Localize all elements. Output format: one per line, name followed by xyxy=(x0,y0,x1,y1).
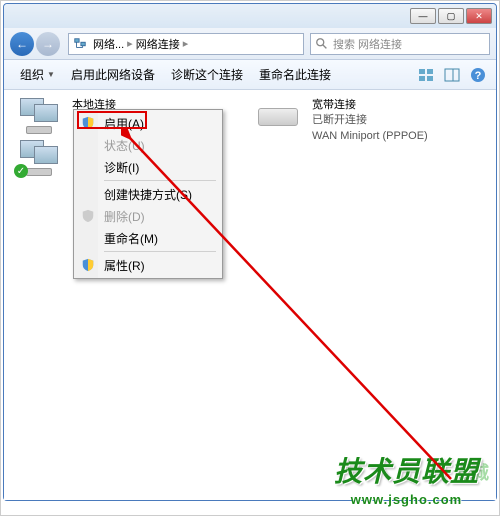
breadcrumb-seg-2[interactable]: 网络连接 xyxy=(133,36,183,52)
preview-pane-button[interactable] xyxy=(442,65,462,85)
breadcrumb-seg-1[interactable]: 网络... xyxy=(90,36,127,52)
search-icon xyxy=(315,37,329,51)
shield-icon xyxy=(80,115,96,131)
annotation-arrow xyxy=(121,129,461,489)
shield-icon xyxy=(80,257,96,273)
breadcrumb[interactable]: 网络... ▸ 网络连接 ▸ xyxy=(68,33,304,55)
svg-text:?: ? xyxy=(475,70,482,82)
watermark-url: www.jsgho.com xyxy=(334,492,479,507)
organize-menu[interactable]: 组织▼ xyxy=(12,66,63,83)
connection-local-2[interactable]: ✓ xyxy=(16,140,64,176)
close-button[interactable]: ✕ xyxy=(466,8,492,24)
toolbar: 组织▼ 启用此网络设备 诊断这个连接 重命名此连接 ? xyxy=(4,60,496,90)
maximize-button[interactable]: ▢ xyxy=(438,8,464,24)
connection-status: 已断开连接 xyxy=(312,113,428,128)
network-adapter-icon xyxy=(16,98,64,134)
connection-name: 宽带连接 xyxy=(312,98,428,113)
diagnose-button[interactable]: 诊断这个连接 xyxy=(163,66,251,83)
navbar: ← → 网络... ▸ 网络连接 ▸ 搜索 网络连接 xyxy=(4,28,496,60)
chevron-down-icon: ▼ xyxy=(47,70,55,79)
titlebar: — ▢ ✕ xyxy=(4,4,496,28)
rename-button[interactable]: 重命名此连接 xyxy=(251,66,339,83)
help-button[interactable]: ? xyxy=(468,65,488,85)
view-options-button[interactable] xyxy=(416,65,436,85)
status-ok-icon: ✓ xyxy=(14,164,28,178)
search-input[interactable]: 搜索 网络连接 xyxy=(310,33,490,55)
enable-device-button[interactable]: 启用此网络设备 xyxy=(63,66,163,83)
forward-button[interactable]: → xyxy=(36,32,60,56)
shield-icon xyxy=(80,208,96,224)
back-button[interactable]: ← xyxy=(10,32,34,56)
chevron-right-icon: ▸ xyxy=(183,37,189,50)
minimize-button[interactable]: — xyxy=(410,8,436,24)
search-placeholder: 搜索 网络连接 xyxy=(333,36,402,52)
network-adapter-icon: ✓ xyxy=(16,140,64,176)
network-icon xyxy=(73,37,87,51)
